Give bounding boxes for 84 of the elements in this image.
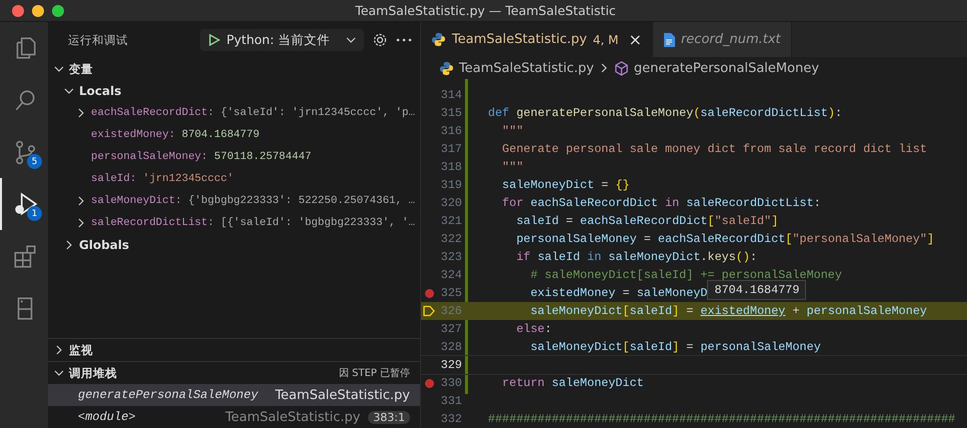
code-line: """ bbox=[501, 160, 524, 174]
variable-link[interactable]: existedMoney bbox=[700, 304, 786, 318]
code-line: personalSaleMoney = eachSaleRecordDict["personalSaleMoney"] bbox=[515, 232, 934, 246]
code-line: saleMoneyDict[saleId] = existedMoney + personalSaleMoney bbox=[529, 304, 927, 318]
variable-entry[interactable]: saleRecordDictList: [{'saleId': 'bgbgbg223333', '… bbox=[91, 217, 415, 229]
code-line: # saleMoneyDict[saleId] += personalSaleMoney bbox=[529, 268, 842, 282]
count-badge: 5 bbox=[27, 154, 42, 169]
line-number: 331 bbox=[440, 394, 462, 408]
line-number: 323 bbox=[440, 250, 462, 264]
chevron-right-icon[interactable] bbox=[64, 240, 74, 250]
variable-entry[interactable]: existedMoney: 8704.1684779 bbox=[91, 129, 260, 141]
breadcrumb-item[interactable]: generatePersonalSaleMoney bbox=[634, 60, 820, 76]
line-number: 329 bbox=[440, 358, 462, 372]
code-line: saleMoneyDict[saleId] = personalSaleMoney bbox=[529, 340, 821, 354]
code-line: ################################################################## bbox=[488, 412, 956, 426]
settings-icon[interactable] bbox=[372, 32, 388, 48]
chevron-right-icon[interactable] bbox=[54, 345, 64, 355]
code-line: for eachSaleRecordDict in saleRecordDictList: bbox=[501, 196, 821, 210]
editor-tab[interactable]: record_num.txt bbox=[652, 22, 792, 58]
line-number: 317 bbox=[440, 142, 462, 156]
line-number: 325 bbox=[440, 286, 462, 300]
scope-label[interactable]: Locals bbox=[79, 84, 122, 98]
line-number: 315 bbox=[440, 106, 462, 120]
scope-label[interactable]: Globals bbox=[79, 238, 130, 252]
section-title[interactable]: 调用堆栈 bbox=[69, 366, 334, 380]
code-line: return saleMoneyDict bbox=[501, 376, 644, 390]
chevron-down-icon[interactable] bbox=[64, 86, 74, 96]
code-line: def generatePersonalSaleMoney(saleRecordDictList): bbox=[488, 106, 842, 120]
chevron-down-icon[interactable] bbox=[346, 35, 356, 45]
line-number: 314 bbox=[440, 88, 462, 102]
pause-status: 因 STEP 已暂停 bbox=[338, 366, 410, 380]
python-icon bbox=[439, 60, 454, 76]
chevron-right-icon[interactable] bbox=[76, 196, 86, 206]
close-window-button[interactable] bbox=[12, 4, 24, 16]
code-line: if saleId in saleMoneyDict.keys(): bbox=[515, 250, 758, 264]
stack-frame[interactable]: generatePersonalSaleMoney TeamSaleStatistic.py bbox=[48, 384, 420, 406]
breadcrumb-item[interactable]: TeamSaleStatistic.py bbox=[459, 60, 594, 76]
line-number: 318 bbox=[440, 160, 462, 174]
section-title[interactable]: 监视 bbox=[69, 342, 420, 358]
line-number: 324 bbox=[440, 268, 462, 282]
line-number: 319 bbox=[440, 178, 462, 192]
variable-entry[interactable]: saleMoneyDict: {'bgbgbg223333': 522250.25074361, … bbox=[91, 195, 415, 207]
line-number: 321 bbox=[440, 214, 462, 228]
play-icon[interactable] bbox=[208, 34, 220, 46]
blocks-icon[interactable] bbox=[12, 243, 38, 269]
chevron-down-icon[interactable] bbox=[54, 64, 64, 74]
code-line: Generate personal sale money dict from sale record dict list bbox=[501, 142, 927, 156]
chevron-down-icon[interactable] bbox=[54, 368, 64, 378]
line-number: 322 bbox=[440, 232, 462, 246]
python-icon bbox=[431, 32, 446, 48]
launch-config-select[interactable]: Python: 当前文件 bbox=[200, 29, 364, 51]
code-line: existedMoney = saleMoneyD bbox=[529, 286, 708, 300]
minimize-window-button[interactable] bbox=[32, 4, 44, 16]
stack-frame[interactable]: <module> TeamSaleStatistic.py 383:1 bbox=[48, 406, 420, 428]
line-number: 320 bbox=[440, 196, 462, 210]
line-number: 326 bbox=[440, 304, 462, 318]
more-icon[interactable] bbox=[396, 38, 412, 42]
variable-entry[interactable]: eachSaleRecordDict: {'saleId': 'jrn12345cccc', 'p… bbox=[91, 107, 415, 119]
line-number: 327 bbox=[440, 322, 462, 336]
line-number: 316 bbox=[440, 124, 462, 138]
count-badge: 1 bbox=[27, 206, 42, 221]
breakpoint-dot[interactable] bbox=[424, 378, 434, 388]
panel-title: 运行和调试 bbox=[68, 32, 129, 48]
breakpoint-dot[interactable] bbox=[424, 288, 434, 298]
editor-tab[interactable]: TeamSaleStatistic.py 4, M × bbox=[421, 22, 653, 58]
cube-icon bbox=[614, 60, 629, 76]
code-line: saleId = eachSaleRecordDict["saleId"] bbox=[515, 214, 778, 228]
line-number: 332 bbox=[440, 412, 462, 426]
code-line: else: bbox=[515, 322, 552, 336]
chevron-right-icon[interactable] bbox=[76, 108, 86, 118]
line-number: 328 bbox=[440, 340, 462, 354]
variable-entry[interactable]: saleId: 'jrn12345cccc' bbox=[91, 173, 234, 185]
chevron-right-icon[interactable] bbox=[598, 63, 609, 74]
window-title: TeamSaleStatistic.py — TeamSaleStatistic bbox=[354, 3, 617, 18]
code-line: saleMoneyDict = {} bbox=[501, 178, 630, 192]
hover-tooltip: 8704.1684779 bbox=[707, 280, 806, 300]
zoom-window-button[interactable] bbox=[52, 4, 64, 16]
current-line-arrow-icon bbox=[423, 305, 435, 317]
section-title[interactable]: 变量 bbox=[69, 62, 420, 76]
variable-entry[interactable]: personalSaleMoney: 570118.25784447 bbox=[91, 151, 312, 163]
line-number: 330 bbox=[440, 376, 462, 390]
chevron-right-icon[interactable] bbox=[76, 218, 86, 228]
document-icon bbox=[662, 32, 675, 47]
code-line: """ bbox=[501, 124, 524, 138]
